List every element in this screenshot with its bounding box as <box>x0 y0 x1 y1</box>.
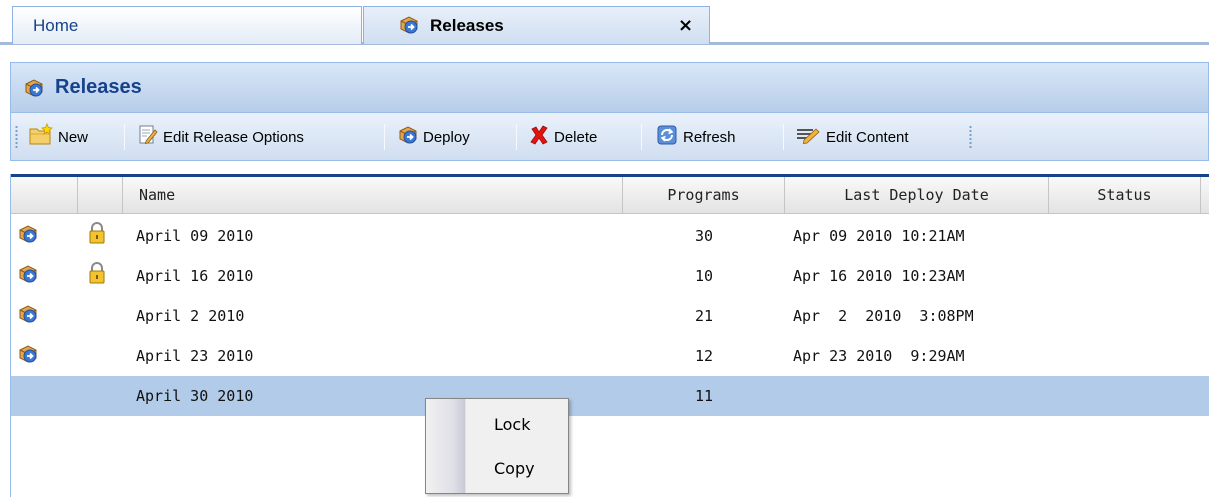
column-header-status[interactable]: Status <box>1049 177 1201 214</box>
delete-button-label: Delete <box>554 128 598 146</box>
cell-name: April 09 2010 <box>136 227 254 245</box>
table-row[interactable]: April 16 2010 10 Apr 16 2010 10:23AM <box>11 256 1209 296</box>
releases-grid: Name Programs Last Deploy Date Status Ap… <box>10 174 1209 497</box>
new-button-label: New <box>58 128 89 146</box>
release-package-icon <box>23 77 45 103</box>
edit-document-icon <box>137 124 159 150</box>
release-package-icon <box>17 303 39 329</box>
toolbar-separator <box>124 124 125 150</box>
table-row-selected[interactable]: April 30 2010 11 <box>11 376 1209 416</box>
refresh-button[interactable]: Refresh <box>655 122 736 152</box>
cell-name: April 23 2010 <box>136 347 254 365</box>
column-header-last-deploy-date[interactable]: Last Deploy Date <box>785 177 1049 214</box>
cell-programs: 12 <box>694 347 714 365</box>
release-package-icon <box>398 14 420 40</box>
new-button[interactable]: New <box>28 122 88 152</box>
cell-last-deploy-date: Apr 2 2010 3:08PM <box>793 307 974 325</box>
delete-button[interactable]: Delete <box>528 122 597 152</box>
cell-programs: 21 <box>694 307 714 325</box>
column-header-lock[interactable] <box>78 177 123 214</box>
delete-x-icon <box>528 124 550 150</box>
toolbar-grip[interactable] <box>15 125 18 149</box>
edit-content-label: Edit Content <box>826 128 909 146</box>
edit-release-options-button[interactable]: Edit Release Options <box>137 122 304 152</box>
lock-icon <box>88 261 106 289</box>
context-menu-item-label: Copy <box>494 459 535 478</box>
close-icon[interactable]: × <box>678 15 693 36</box>
column-header-icon[interactable] <box>11 177 78 214</box>
context-menu-item-lock[interactable]: Lock <box>426 405 568 445</box>
refresh-button-label: Refresh <box>683 128 736 146</box>
cell-programs: 30 <box>694 227 714 245</box>
tab-strip: Home Releases × <box>0 0 1209 45</box>
tab-releases-label: Releases <box>430 16 504 35</box>
lock-icon <box>88 221 106 249</box>
toolbar-separator <box>641 124 642 150</box>
cell-programs: 10 <box>694 267 714 285</box>
grid-header: Name Programs Last Deploy Date Status <box>11 174 1209 214</box>
column-header-programs[interactable]: Programs <box>623 177 785 214</box>
release-package-icon <box>17 263 39 289</box>
toolbar-separator <box>384 124 385 150</box>
cell-programs: 11 <box>694 387 714 405</box>
toolbar-grip[interactable] <box>969 125 972 149</box>
cell-name: April 16 2010 <box>136 267 254 285</box>
deploy-button-label: Deploy <box>423 128 470 146</box>
toolbar-separator <box>783 124 784 150</box>
deploy-button[interactable]: Deploy <box>397 122 470 152</box>
edit-content-button[interactable]: Edit Content <box>796 122 909 152</box>
cell-name: April 2 2010 <box>136 307 245 325</box>
cell-name: April 30 2010 <box>136 387 254 405</box>
new-folder-icon <box>28 122 54 151</box>
table-row[interactable]: April 2 2010 21 Apr 2 2010 3:08PM <box>11 296 1209 336</box>
release-package-icon <box>397 124 419 150</box>
column-header-name[interactable]: Name <box>123 177 623 214</box>
table-row[interactable]: April 23 2010 12 Apr 23 2010 9:29AM <box>11 336 1209 376</box>
tab-releases[interactable]: Releases × <box>363 6 710 44</box>
table-row[interactable]: April 09 2010 30 Apr 09 2010 10:21AM <box>11 216 1209 256</box>
edit-release-options-label: Edit Release Options <box>163 128 304 146</box>
panel-header: Releases <box>10 62 1209 113</box>
toolbar-separator <box>516 124 517 150</box>
release-package-icon <box>17 223 39 249</box>
tab-home[interactable]: Home <box>12 6 362 44</box>
context-menu: Lock Copy <box>425 398 569 494</box>
cell-last-deploy-date: Apr 23 2010 9:29AM <box>793 347 965 365</box>
cell-last-deploy-date: Apr 16 2010 10:23AM <box>793 267 965 285</box>
edit-content-icon <box>796 125 822 149</box>
cell-last-deploy-date: Apr 09 2010 10:21AM <box>793 227 965 245</box>
context-menu-item-label: Lock <box>494 415 531 434</box>
context-menu-item-copy[interactable]: Copy <box>426 449 568 489</box>
panel-title: Releases <box>55 76 142 98</box>
tab-home-label: Home <box>33 16 79 35</box>
release-package-icon <box>17 343 39 369</box>
toolbar: New Edit Release Options Deploy Delete R… <box>10 113 1209 161</box>
refresh-icon <box>655 123 679 151</box>
